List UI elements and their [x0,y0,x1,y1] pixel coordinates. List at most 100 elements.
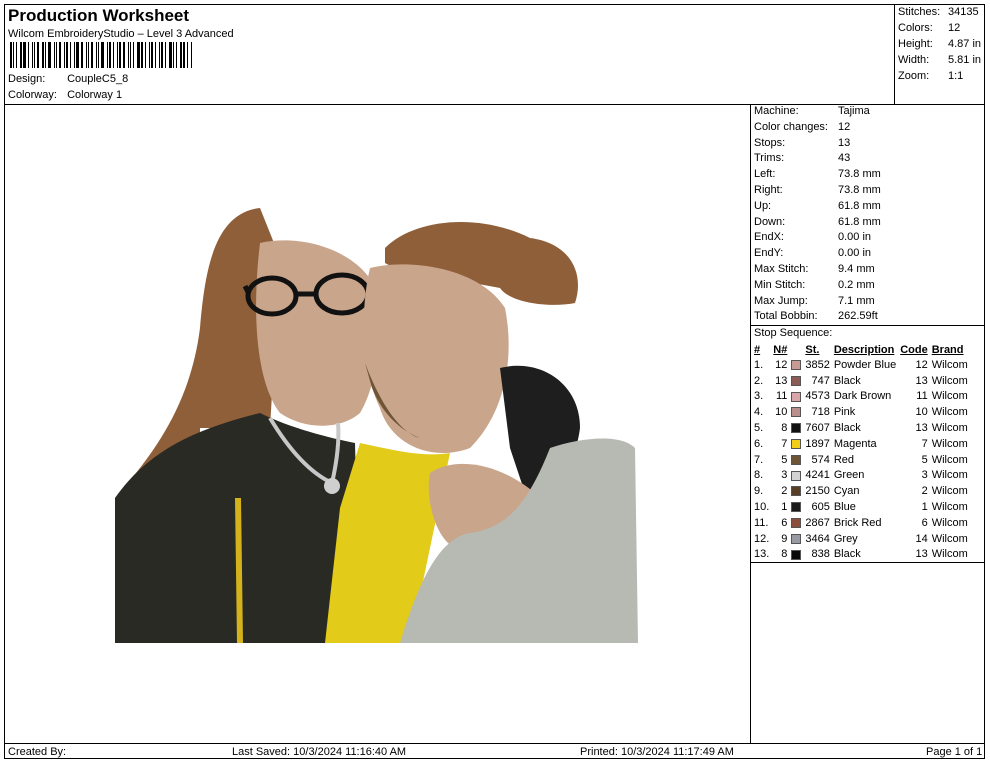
table-header-row: # N# St. Description Code Brand [752,342,970,357]
barcode-bar [66,42,68,68]
stat-label: Max Jump: [754,294,808,307]
thread-description: Cyan [833,485,860,498]
thread-brand: Wilcom [931,453,968,466]
barcode-bar [64,42,65,68]
stat-label: Down: [754,215,786,228]
needle-number: 1 [781,501,788,514]
color-swatch-cell [789,389,803,405]
stat-label: Trims: [754,152,785,165]
man-face [363,264,509,454]
stat-label: Stops: [754,136,786,149]
stitch-count: 2867 [805,516,830,529]
needle-number: 2 [781,485,788,498]
stat-row: EndY: 0.00 in [754,247,871,259]
table-row: 4. 10 718 Pink 10 Wilcom [752,404,970,420]
color-swatch [791,502,802,513]
stat-value: 61.8 mm [838,199,881,212]
stat-value: 43 [838,152,851,165]
barcode-bar [34,42,35,68]
barcode-bar [109,42,111,68]
thread-description: Blue [833,501,856,514]
stats-divider [750,325,985,326]
thread-brand: Wilcom [931,469,968,482]
table-row: 7. 5 574 Red 5 Wilcom [752,452,970,468]
stitch-count: 7607 [805,422,830,435]
row-number: 2. [754,374,764,387]
needle-number: 5 [781,453,788,466]
table-row: 3. 11 4573 Dark Brown 11 Wilcom [752,389,970,405]
thread-description: Grey [833,532,858,545]
colorway-value: Colorway 1 [67,89,123,101]
thread-brand: Wilcom [931,532,968,545]
thread-brand: Wilcom [931,437,968,450]
stat-value: 0.00 in [838,231,872,244]
color-swatch [791,470,802,481]
summary-row: Stitches: 34135 [898,6,979,18]
color-swatch [791,533,802,544]
colorway-label: Colorway: [8,89,57,101]
stat-row: Down: 61.8 mm [754,216,881,228]
barcode-bar [169,42,172,68]
color-swatch [791,454,802,465]
created-by: Created By: [8,746,67,758]
row-number: 8. [754,469,764,482]
jacket-zipper [235,497,243,643]
color-swatch-cell [789,547,803,563]
thread-brand: Wilcom [931,374,968,387]
stat-row: EndX: 0.00 in [754,231,871,243]
table-row: 2. 13 747 Black 13 Wilcom [752,373,970,389]
barcode-bar [137,42,140,68]
worksheet-title: Production Worksheet [8,6,190,25]
thread-code: 12 [915,358,928,371]
color-swatch-cell [789,357,803,373]
thread-brand: Wilcom [931,406,968,419]
thread-code: 2 [921,485,928,498]
thread-description: Brick Red [833,516,882,529]
color-swatch [791,407,802,418]
thread-brand: Wilcom [931,501,968,514]
color-swatch-cell [789,404,803,420]
stitch-count: 3852 [805,358,830,371]
table-row: 5. 8 7607 Black 13 Wilcom [752,420,970,436]
stat-value: 9.4 mm [838,263,875,275]
table-row: 12. 9 3464 Grey 14 Wilcom [752,531,970,547]
row-number: 10. [754,501,770,514]
stat-value: 61.8 mm [838,215,881,228]
barcode-bar [155,42,156,68]
summary-row: Colors: 12 [898,22,960,34]
stat-label: Up: [754,199,772,212]
barcode-bar [161,42,163,68]
stat-row: Color changes: 12 [754,121,850,133]
barcode-bar [133,42,134,68]
barcode-bar [173,42,174,68]
design-value: CoupleC5_8 [67,73,129,85]
stat-row: Machine: Tajima [754,105,870,117]
summary-label: Stitches: [898,6,941,18]
col-header-brand: Brand [931,343,964,356]
row-number: 13. [754,548,770,561]
col-header-needle: N# [773,343,788,356]
thread-brand: Wilcom [931,390,968,403]
thread-code: 3 [921,469,928,482]
thread-code: 13 [915,422,928,435]
stat-row: Up: 61.8 mm [754,200,881,212]
thread-code: 13 [915,548,928,561]
design-field: Design: CoupleC5_8 [8,73,128,85]
row-number: 11. [754,516,769,529]
row-number: 12. [754,532,770,545]
woman-face [256,240,380,426]
thread-code: 5 [921,453,928,466]
summary-label: Width: [898,54,930,66]
thread-brand: Wilcom [931,485,968,498]
col-header-num: # [754,343,761,356]
col-header-description: Description [833,343,895,356]
side-panel-divider [750,104,751,744]
color-swatch [791,438,802,449]
thread-description: Dark Brown [833,390,892,403]
stat-value: 12 [838,120,851,133]
summary-row: Height: 4.87 in [898,38,981,50]
table-row: 10. 1 605 Blue 1 Wilcom [752,499,970,515]
stat-row: Max Jump: 7.1 mm [754,295,875,307]
color-swatch [791,517,802,528]
stat-label: Min Stitch: [754,278,806,291]
